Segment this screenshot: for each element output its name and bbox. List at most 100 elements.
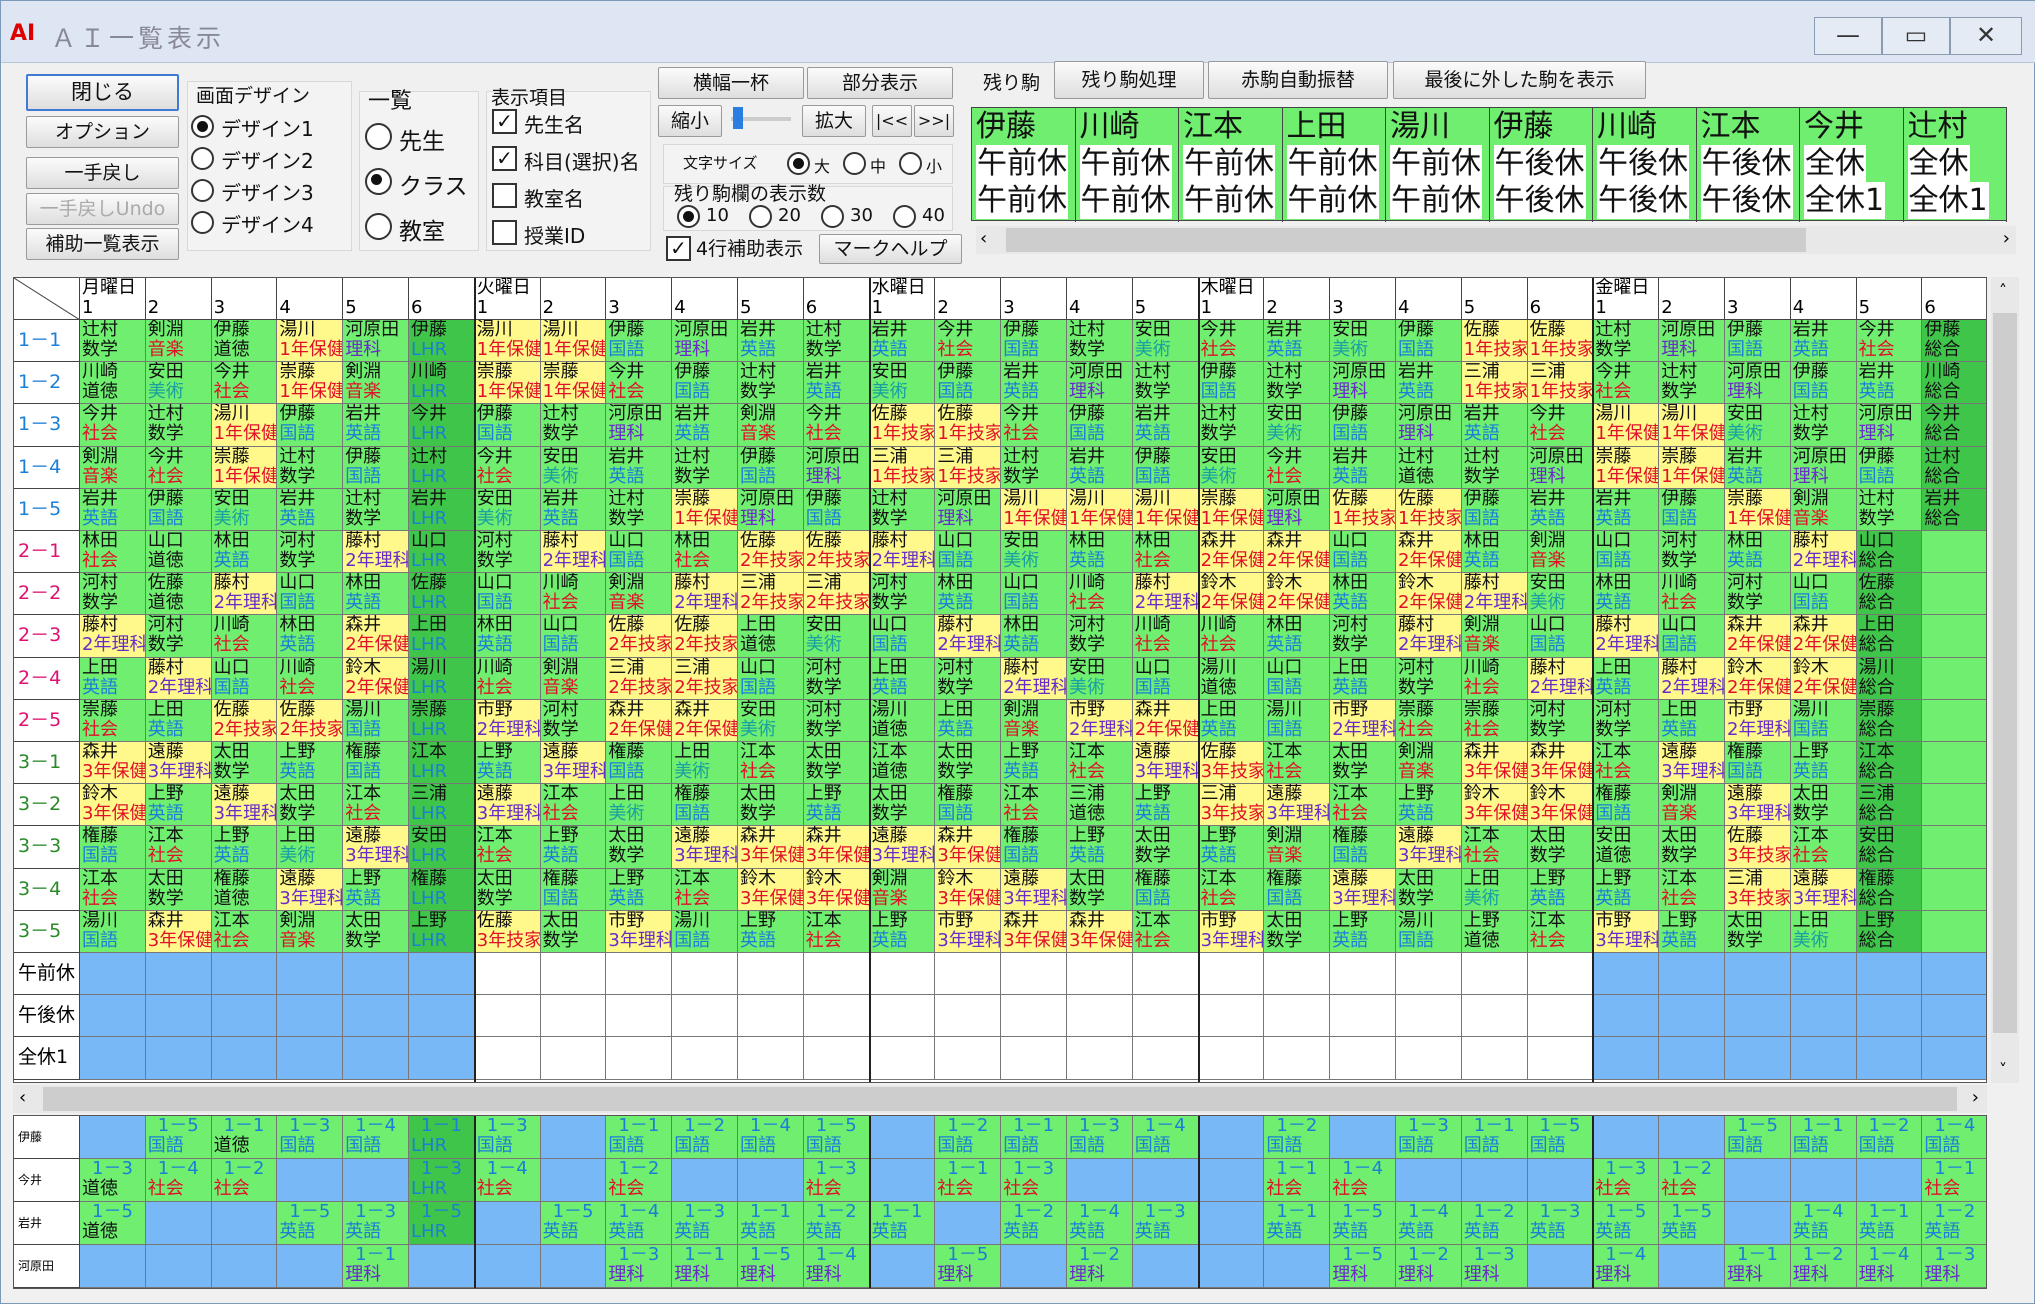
extra-cell[interactable] bbox=[540, 995, 607, 1038]
timetable-cell[interactable]: 安田 美術 bbox=[540, 446, 607, 489]
extra-cell[interactable] bbox=[738, 1037, 804, 1080]
maximize-button[interactable]: ▭ bbox=[1882, 17, 1950, 55]
hscroll-thumb[interactable] bbox=[43, 1087, 1957, 1111]
first-page-button[interactable]: |<< bbox=[872, 105, 912, 137]
extra-cell[interactable] bbox=[211, 953, 278, 996]
timetable-cell[interactable]: 崇藤 1年保健 bbox=[1725, 488, 1791, 531]
timetable-cell[interactable]: 遠藤 3年理科 bbox=[277, 868, 344, 911]
list-radio-1[interactable] bbox=[365, 123, 392, 150]
timetable-cell[interactable]: 剣淵 音楽 bbox=[869, 868, 936, 911]
timetable-cell[interactable]: 鈴木 3年保健 bbox=[1461, 784, 1528, 827]
timetable-cell[interactable]: 森井 3年保健 bbox=[1527, 742, 1594, 785]
timetable-cell[interactable]: 河原田 理科 bbox=[606, 404, 673, 447]
timetable-cell[interactable]: 山口 国語 bbox=[1264, 657, 1331, 700]
extra-cell[interactable] bbox=[343, 995, 409, 1038]
extra-cell[interactable] bbox=[540, 953, 607, 996]
timetable-cell[interactable]: 太田 数学 bbox=[277, 784, 344, 827]
aux-cell[interactable]: 1－2 社会 bbox=[1659, 1159, 1725, 1202]
timetable-cell[interactable]: 上田 美術 bbox=[1461, 868, 1528, 911]
timetable-cell[interactable]: 佐藤 2年技家 bbox=[672, 615, 738, 658]
timetable-cell[interactable]: 安田 LHR bbox=[409, 826, 475, 869]
aux-cell[interactable]: 1－5 英語 bbox=[1659, 1202, 1725, 1245]
timetable-cell[interactable]: 安田 美術 bbox=[738, 699, 804, 742]
timetable-cell[interactable]: 藤村 2年理科 bbox=[1659, 657, 1725, 700]
aux-cell[interactable] bbox=[1461, 1159, 1528, 1202]
close-window-button[interactable]: ✕ bbox=[1950, 17, 2022, 55]
aux-cell[interactable]: 1－1 社会 bbox=[935, 1159, 1002, 1202]
timetable-cell[interactable]: 林田 英語 bbox=[1067, 531, 1133, 574]
timetable-cell[interactable]: 佐藤 道徳 bbox=[145, 573, 212, 616]
aux-cell[interactable]: 1－2 理科 bbox=[1396, 1245, 1462, 1288]
aux-cell[interactable] bbox=[343, 1159, 409, 1202]
aux-cell[interactable] bbox=[540, 1116, 607, 1159]
timetable-cell[interactable]: 上野 英語 bbox=[1001, 742, 1067, 785]
timetable-cell[interactable]: 太田 数学 bbox=[738, 784, 804, 827]
timetable-cell[interactable]: 佐藤 2年技家 bbox=[211, 699, 278, 742]
timetable-cell[interactable]: 剣淵 音楽 bbox=[277, 910, 344, 953]
timetable-cell[interactable]: 江本 社会 bbox=[1527, 910, 1594, 953]
timetable-cell[interactable]: 権藤 国語 bbox=[606, 742, 673, 785]
timetable-cell[interactable]: 山口 国語 bbox=[1330, 531, 1396, 574]
timetable-cell[interactable]: 上野 道徳 bbox=[1461, 910, 1528, 953]
timetable-cell[interactable]: 剣淵 音楽 bbox=[343, 362, 409, 405]
timetable-cell[interactable]: 権藤 道徳 bbox=[211, 868, 278, 911]
undo-button[interactable]: 一手戻し bbox=[26, 157, 179, 189]
scroll-up-icon[interactable]: ˄ bbox=[1999, 281, 2007, 300]
remcount-radio-2[interactable] bbox=[749, 205, 772, 228]
timetable-cell[interactable]: 上田 美術 bbox=[1790, 910, 1857, 953]
extra-cell[interactable] bbox=[935, 953, 1002, 996]
aux-cell[interactable] bbox=[540, 1159, 607, 1202]
timetable-cell[interactable]: 佐藤 2年技家 bbox=[277, 699, 344, 742]
aux-cell[interactable]: 1－2 理科 bbox=[1067, 1245, 1133, 1288]
timetable-cell[interactable]: 辻村 数学 bbox=[1264, 362, 1331, 405]
aux-cell[interactable]: 1－1 理科 bbox=[1725, 1245, 1791, 1288]
timetable-cell[interactable]: 剣淵 音楽 bbox=[1264, 826, 1331, 869]
remcount-radio-4[interactable] bbox=[893, 205, 916, 228]
extra-cell[interactable] bbox=[869, 995, 936, 1038]
extra-cell[interactable] bbox=[1264, 1037, 1331, 1080]
aux-cell[interactable] bbox=[1593, 1116, 1660, 1159]
timetable-cell[interactable] bbox=[1922, 573, 1986, 616]
timetable-cell[interactable]: 遠藤 3年理科 bbox=[1264, 784, 1331, 827]
timetable-cell[interactable]: 林田 英語 bbox=[1330, 573, 1396, 616]
timetable-cell[interactable]: 上野 英語 bbox=[1396, 784, 1462, 827]
aux-cell[interactable]: 1－4 英語 bbox=[606, 1202, 673, 1245]
last-removed-button[interactable]: 最後に外した駒を表示 bbox=[1393, 61, 1646, 99]
extra-cell[interactable] bbox=[474, 953, 541, 996]
aux-cell[interactable]: 1－4 理科 bbox=[803, 1245, 870, 1288]
hscroll-right-icon[interactable]: › bbox=[1972, 1087, 1979, 1108]
extra-cell[interactable] bbox=[540, 1037, 607, 1080]
timetable-cell[interactable]: 林田 英語 bbox=[474, 615, 541, 658]
timetable-cell[interactable]: 河村 数学 bbox=[935, 657, 1002, 700]
aux-cell[interactable]: 1－3 英語 bbox=[343, 1202, 409, 1245]
timetable-cell[interactable]: 辻村 道徳 bbox=[1396, 446, 1462, 489]
timetable-cell[interactable]: 太田 数学 bbox=[1396, 868, 1462, 911]
timetable-cell[interactable]: 山口 国語 bbox=[1790, 573, 1857, 616]
timetable-cell[interactable]: 上田 英語 bbox=[1330, 657, 1396, 700]
extra-cell[interactable] bbox=[869, 953, 936, 996]
timetable-cell[interactable]: 川崎 社会 bbox=[1198, 615, 1265, 658]
aux-cell[interactable]: 1－5 国語 bbox=[1527, 1116, 1594, 1159]
timetable-cell[interactable]: 江本 社会 bbox=[1264, 742, 1331, 785]
extra-cell[interactable] bbox=[1593, 1037, 1660, 1080]
timetable-cell[interactable]: 上田 英語 bbox=[1198, 699, 1265, 742]
extra-cell[interactable] bbox=[1527, 1037, 1594, 1080]
extra-cell[interactable] bbox=[606, 995, 673, 1038]
aux-cell[interactable]: 1－1 理科 bbox=[672, 1245, 738, 1288]
timetable-cell[interactable]: 安田 美術 bbox=[803, 615, 870, 658]
timetable-cell[interactable]: 上野 英語 bbox=[211, 826, 278, 869]
timetable-cell[interactable]: 岩井 英語 bbox=[1067, 446, 1133, 489]
timetable-cell[interactable]: 辻村 数学 bbox=[1001, 446, 1067, 489]
extra-cell[interactable] bbox=[1790, 1037, 1857, 1080]
timetable-cell[interactable]: 江本 社会 bbox=[1330, 784, 1396, 827]
timetable-cell[interactable]: 崇藤 LHR bbox=[409, 699, 475, 742]
extra-cell[interactable] bbox=[1527, 995, 1594, 1038]
timetable-cell[interactable]: 河村 数学 bbox=[1659, 531, 1725, 574]
timetable-cell[interactable]: 遠藤 3年理科 bbox=[1132, 742, 1199, 785]
timetable-cell[interactable]: 湯川 1年保健 bbox=[1659, 404, 1725, 447]
timetable-cell[interactable]: 三浦 2年技家 bbox=[738, 573, 804, 616]
timetable-cell[interactable]: 江本 社会 bbox=[738, 742, 804, 785]
timetable-cell[interactable]: 上田 美術 bbox=[606, 784, 673, 827]
timetable-cell[interactable]: 川崎 LHR bbox=[409, 362, 475, 405]
timetable-cell[interactable]: 河原田 理科 bbox=[1396, 404, 1462, 447]
